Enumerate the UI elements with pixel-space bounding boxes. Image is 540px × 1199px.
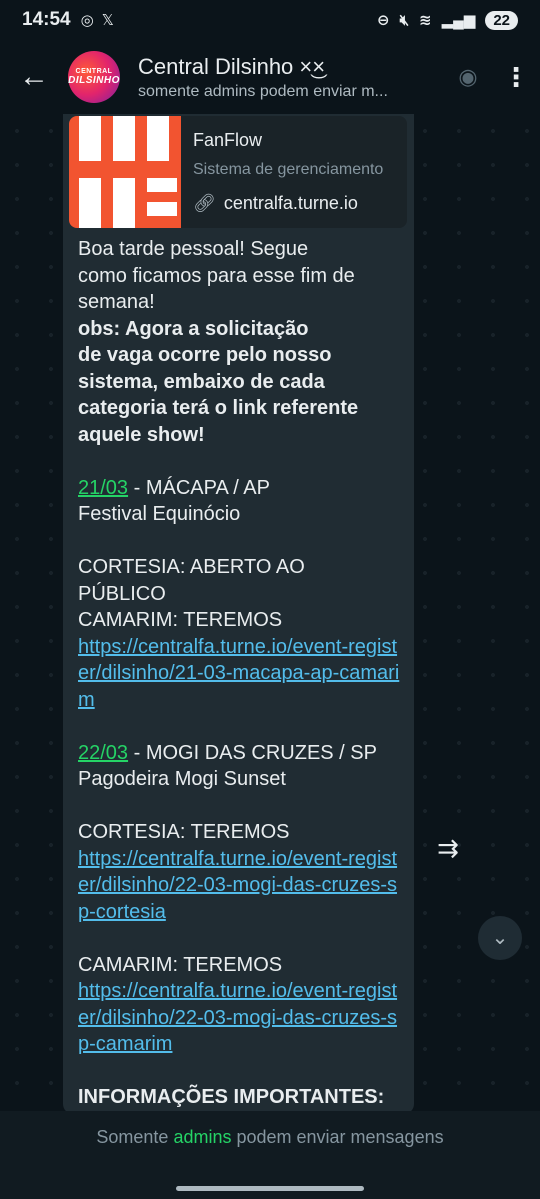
message-line: sistema, embaixo de cada bbox=[78, 370, 325, 393]
event-place: - MÁCAPA / AP bbox=[128, 476, 270, 499]
arrow-back-icon[interactable]: ← bbox=[0, 60, 68, 94]
event-name: Pagodeira Mogi Sunset bbox=[78, 768, 286, 790]
event-date[interactable]: 22/03 bbox=[78, 742, 128, 764]
x-icon: 𝕏 bbox=[101, 12, 114, 29]
mute-icon: 🔇︎ bbox=[399, 11, 410, 29]
clock: 14:54 bbox=[22, 9, 71, 30]
message-line: como ficamos para esse fim de bbox=[78, 264, 355, 287]
whatsapp-icon: ◎ bbox=[80, 12, 94, 29]
wifi-icon: ≋ bbox=[419, 12, 432, 29]
preview-title: FanFlow bbox=[193, 130, 263, 150]
battery-indicator: 22 bbox=[485, 10, 518, 30]
event-date[interactable]: 21/03 bbox=[78, 477, 128, 499]
event-name: Festival Equinócio bbox=[78, 503, 241, 525]
event-link[interactable]: https://centralfa.turne.io/event-registe… bbox=[78, 848, 397, 923]
home-indicator[interactable] bbox=[176, 1186, 364, 1191]
dnd-icon: ⊖ bbox=[377, 12, 390, 29]
footer-text-post: podem enviar mensagens bbox=[231, 1127, 444, 1147]
preview-description: Sistema de gerenciamento bbox=[193, 161, 384, 178]
message-line: aquele show! bbox=[78, 423, 205, 446]
link-icon: 🔗︎ bbox=[193, 193, 216, 213]
avatar-text-top: CENTRAL bbox=[75, 68, 113, 75]
more-options-icon[interactable]: ⋮ bbox=[492, 62, 540, 93]
voice-chat-icon[interactable]: ◉ bbox=[444, 64, 492, 90]
signal-icon: ▂▄▆ bbox=[441, 12, 476, 29]
message-line: de vaga ocorre pelo nosso bbox=[78, 344, 332, 366]
chat-title: Central Dilsinho ×͜× bbox=[138, 53, 326, 79]
scroll-down-icon[interactable]: ⌄ bbox=[478, 916, 522, 960]
message-line: CORTESIA: TEREMOS bbox=[78, 821, 290, 843]
chat-header: ← CENTRAL DILSINHO Central Dilsinho ×͜× … bbox=[0, 40, 540, 114]
message-line: CAMARIM: TEREMOS bbox=[78, 609, 283, 631]
message-line: PÚBLICO bbox=[78, 582, 166, 605]
message-line: categoria terá o link referente bbox=[78, 397, 359, 419]
preview-link[interactable]: centralfa.turne.io bbox=[224, 193, 358, 214]
chat-area[interactable]: FanFlow Sistema de gerenciamento 🔗︎ cent… bbox=[0, 114, 540, 1111]
message-line: Boa tarde pessoal! Segue bbox=[78, 238, 309, 260]
message-line: CAMARIM: TEREMOS bbox=[78, 953, 283, 976]
message-bubble[interactable]: FanFlow Sistema de gerenciamento 🔗︎ cent… bbox=[63, 114, 414, 1111]
message-line: semana! bbox=[78, 291, 155, 313]
avatar[interactable]: CENTRAL DILSINHO bbox=[68, 51, 120, 103]
event-link[interactable]: https://centralfa.turne.io/event-registe… bbox=[78, 980, 397, 1055]
link-preview[interactable]: FanFlow Sistema de gerenciamento 🔗︎ cent… bbox=[69, 116, 407, 228]
event-link[interactable]: https://centralfa.turne.io/event-registe… bbox=[78, 636, 399, 711]
status-bar: 14:54 ◎ 𝕏 ⊖ 🔇︎ ≋ ▂▄▆ 22 bbox=[0, 0, 540, 40]
forward-icon[interactable]: ⇉ bbox=[428, 828, 468, 868]
preview-thumbnail bbox=[69, 116, 181, 228]
message-text: Boa tarde pessoal! Segue como ficamos pa… bbox=[78, 236, 408, 1111]
avatar-text-bottom: DILSINHO bbox=[68, 75, 120, 86]
chat-title-block[interactable]: Central Dilsinho ×͜× somente admins pode… bbox=[138, 54, 444, 101]
message-line: INFORMAÇÕES IMPORTANTES: bbox=[78, 1086, 385, 1108]
footer-text-pre: Somente bbox=[96, 1127, 174, 1147]
event-place: - MOGI DAS CRUZES / SP bbox=[128, 741, 377, 764]
chat-subtitle: somente admins podem enviar m... bbox=[138, 82, 388, 100]
admins-only-notice: Somente admins podem enviar mensagens bbox=[0, 1111, 540, 1148]
message-line: obs: Agora a solicitação bbox=[78, 317, 309, 340]
footer-admins-link[interactable]: admins bbox=[173, 1127, 231, 1147]
message-line: CORTESIA: ABERTO AO bbox=[78, 556, 305, 578]
